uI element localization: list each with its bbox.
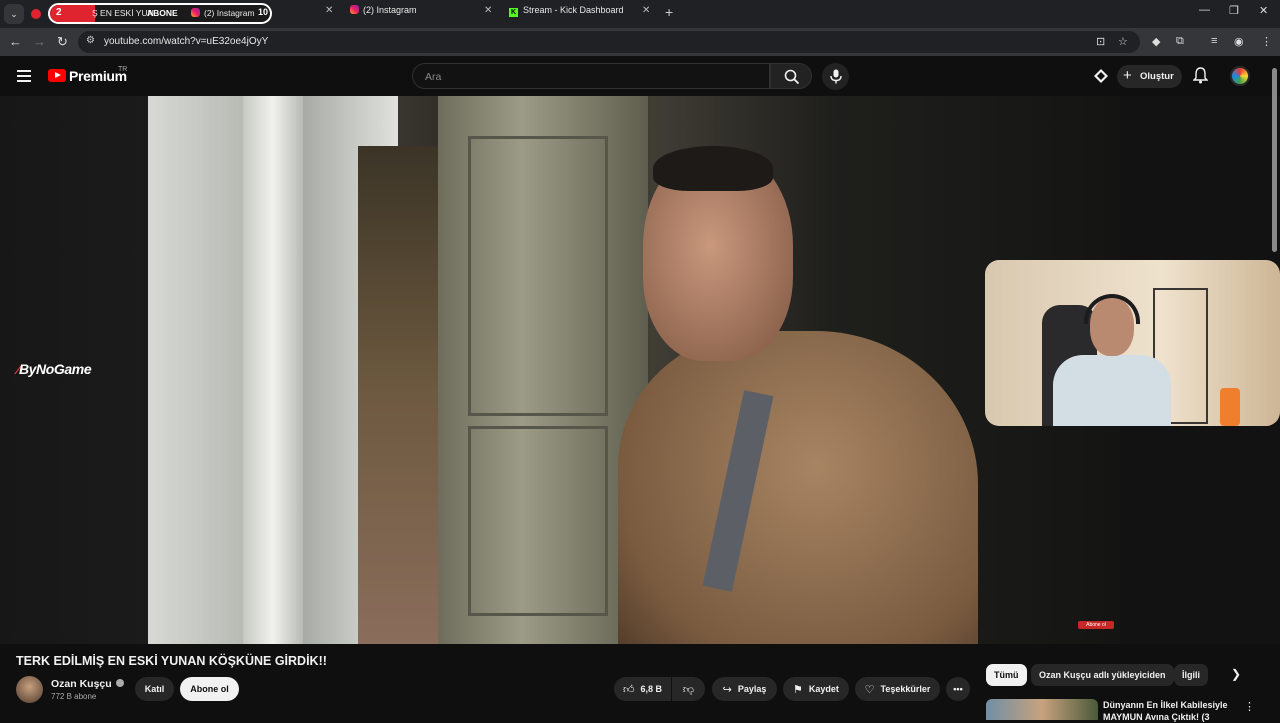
plus-icon: + xyxy=(1123,67,1132,84)
media-control-icon[interactable]: ≡ xyxy=(1211,35,1217,47)
extension-diamond-icon[interactable]: ◆ xyxy=(1152,35,1160,48)
chevron-right-icon[interactable]: ❯ xyxy=(1231,667,1241,681)
tab-group-label: ABONE xyxy=(147,8,178,18)
more-actions-button[interactable]: ••• xyxy=(946,677,970,701)
forward-icon[interactable]: → xyxy=(33,34,46,49)
tab-group-badge: 10 xyxy=(258,7,269,17)
search-placeholder: Ara xyxy=(425,71,442,83)
menu-kebab-icon[interactable]: ⋮ xyxy=(1261,35,1272,48)
join-button[interactable]: Katıl xyxy=(135,677,174,701)
site-info-icon[interactable]: ⚙ xyxy=(86,35,95,46)
share-arrow-icon: ↪ xyxy=(722,684,732,696)
country-code: TR xyxy=(118,66,128,73)
thanks-button[interactable]: ♡ Teşekkürler xyxy=(855,677,940,701)
browser-tab-strip: ⌄ 2 Ş EN ESKİ YUN ABONE (2) Instagram 10… xyxy=(0,0,1280,28)
thanks-label: Teşekkürler xyxy=(880,684,931,694)
scrollbar-thumb[interactable] xyxy=(1272,68,1277,252)
youtube-masthead: Premium TR Ara + Oluştur xyxy=(0,56,1280,96)
close-icon[interactable]: ✕ xyxy=(325,5,333,16)
browser-toolbar: ← → ↻ ⚙ youtube.com/watch?v=uE32oe4jOyY … xyxy=(0,28,1280,56)
subscriber-count: 772 B abone xyxy=(51,692,97,701)
thumbs-up-icon: 👍︎ xyxy=(622,684,635,696)
share-button[interactable]: ↪ Paylaş xyxy=(712,677,777,701)
account-avatar[interactable] xyxy=(1230,66,1250,86)
chip-from-uploader[interactable]: Ozan Kuşçu adlı yükleyiciden xyxy=(1031,664,1174,686)
window-close-icon[interactable]: ✕ xyxy=(1259,4,1268,17)
back-icon[interactable]: ← xyxy=(9,34,22,49)
address-bar[interactable]: ⚙ youtube.com/watch?v=uE32oe4jOyY ⊡ ☆ xyxy=(78,31,1140,53)
channel-name-text[interactable]: Ozan Kuşçu xyxy=(51,678,112,690)
restore-icon[interactable]: ❐ xyxy=(1229,4,1239,17)
video-title: TERK EDİLMİŞ EN ESKİ YUNAN KÖŞKÜNE GİRDİ… xyxy=(16,654,327,668)
hamburger-menu-icon[interactable] xyxy=(17,70,31,82)
search-input[interactable]: Ara xyxy=(412,63,770,89)
chip-related[interactable]: İlgili xyxy=(1174,664,1208,686)
install-app-icon[interactable]: ⊡ xyxy=(1096,35,1105,48)
recommended-title[interactable]: Dünyanın En İlkel Kabilesiyle MAYMUN Avı… xyxy=(1103,699,1233,723)
tab-title: (2) Instagram xyxy=(363,5,417,15)
page-scrollbar[interactable] xyxy=(1271,58,1278,720)
more-horizontal-icon: ••• xyxy=(953,684,963,694)
video-scene-room xyxy=(358,146,448,644)
recommended-thumbnail[interactable] xyxy=(986,699,1098,720)
tab-title: Stream - Kick Dashboard xyxy=(523,5,624,15)
channel-avatar[interactable] xyxy=(16,676,43,703)
search-button[interactable] xyxy=(770,63,812,89)
minimize-icon[interactable]: — xyxy=(1199,4,1210,16)
new-tab-icon[interactable]: + xyxy=(665,4,673,20)
microphone-icon xyxy=(830,69,842,84)
tab-search-icon[interactable]: ⌄ xyxy=(4,4,24,24)
notifications-bell-icon[interactable] xyxy=(1193,67,1208,84)
youtube-favicon-icon xyxy=(31,9,41,19)
bookmark-star-icon[interactable]: ☆ xyxy=(1118,35,1128,48)
verified-icon xyxy=(115,679,124,687)
url-text[interactable]: youtube.com/watch?v=uE32oe4jOyY xyxy=(104,36,268,47)
search-icon xyxy=(784,69,800,85)
streamer-webcam-overlay xyxy=(985,260,1280,426)
save-label: Kaydet xyxy=(808,684,839,694)
subscribe-button[interactable]: Abone ol xyxy=(180,677,239,701)
thumbs-down-icon: 👎︎ xyxy=(682,684,695,696)
video-frame[interactable] xyxy=(148,96,1120,644)
reload-icon[interactable]: ↻ xyxy=(57,34,68,50)
like-button[interactable]: 👍︎ 6,8 B xyxy=(614,677,671,701)
extensions-puzzle-icon[interactable]: ⧉ xyxy=(1176,35,1184,48)
premium-gem-icon[interactable] xyxy=(1093,68,1109,84)
voice-search-button[interactable] xyxy=(822,63,849,90)
like-count: 6,8 B xyxy=(640,684,662,694)
tab-empty[interactable]: ✕ xyxy=(283,5,343,23)
create-label: Oluştur xyxy=(1140,71,1174,82)
player-letterbox-left: ⁄ByNoGame xyxy=(0,96,148,644)
youtube-logo-icon[interactable] xyxy=(48,69,66,82)
tab-group-instagram-label: (2) Instagram xyxy=(204,8,255,18)
instagram-icon xyxy=(191,8,200,17)
chip-all[interactable]: Tümü xyxy=(986,664,1027,686)
more-vertical-icon[interactable]: ⋮ xyxy=(1244,700,1255,713)
create-button[interactable]: + Oluştur xyxy=(1117,65,1182,88)
channel-watermark: ⁄ByNoGame xyxy=(17,361,92,377)
bookmark-icon: ⚑ xyxy=(793,684,803,696)
close-icon[interactable]: ✕ xyxy=(642,5,650,16)
tab-group[interactable]: 2 Ş EN ESKİ YUN ABONE (2) Instagram 10 xyxy=(48,3,272,24)
subscribe-endcard[interactable]: Abone ol xyxy=(1078,621,1114,629)
tab-instagram[interactable]: (2) Instagram ✕ xyxy=(350,5,495,23)
save-button[interactable]: ⚑ Kaydet xyxy=(783,677,849,701)
tab-group-instagram: (2) Instagram xyxy=(191,8,255,18)
share-label: Paylaş xyxy=(737,684,767,694)
super-thanks-icon: ♡ xyxy=(864,684,875,696)
channel-name[interactable]: Ozan Kuşçu xyxy=(51,678,124,690)
video-scene-person xyxy=(618,146,978,644)
watermark-text: ByNoGame xyxy=(18,361,92,377)
kick-icon: K xyxy=(509,8,518,17)
tab-group-count: 2 xyxy=(56,7,62,18)
close-icon[interactable]: ✕ xyxy=(484,5,492,16)
video-scene-door-open xyxy=(438,96,648,644)
tab-kick[interactable]: K Stream - Kick Dashboard ✕ xyxy=(509,5,654,23)
profile-icon[interactable]: ◉ xyxy=(1234,35,1244,48)
instagram-icon xyxy=(350,5,359,14)
tab-group-title: Ş EN ESKİ YUN xyxy=(92,8,154,18)
dislike-button[interactable]: 👎︎ xyxy=(672,677,705,701)
